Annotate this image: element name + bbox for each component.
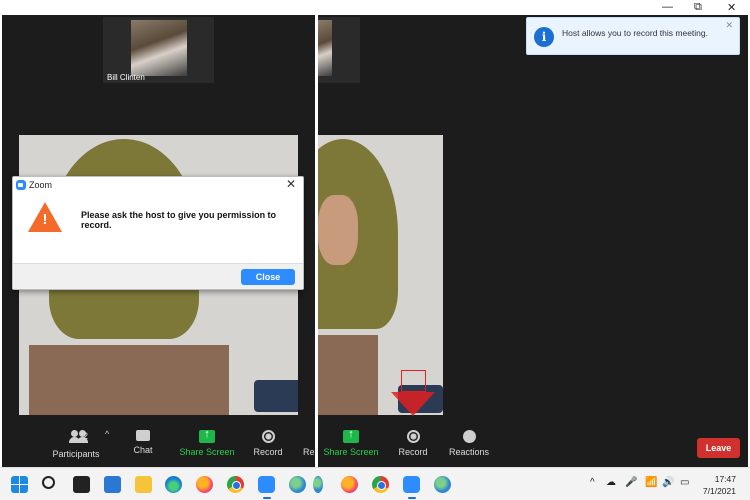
- reactions-button[interactable]: Reactions: [446, 430, 492, 457]
- globe-icon[interactable]: [289, 476, 306, 493]
- share-screen-icon: [199, 428, 215, 443]
- record-button[interactable]: Record: [250, 430, 286, 457]
- minimize-button[interactable]: —: [662, 1, 673, 13]
- info-icon: i: [534, 27, 554, 47]
- screen: — ⧉ ✕ Bill Clinten 2 Participants ^ Chat: [0, 0, 750, 500]
- globe-icon-3[interactable]: [434, 476, 451, 493]
- permission-dialog: Zoom ✕ ! Please ask the host to give you…: [12, 176, 304, 290]
- zoom-active-indicator: [263, 497, 271, 499]
- record-label-right: Record: [398, 447, 428, 457]
- reactions-icon: [462, 430, 476, 443]
- video-face-right: [318, 195, 358, 265]
- video-phone: [254, 380, 298, 412]
- record-button-right[interactable]: Record: [395, 430, 431, 457]
- close-window-button[interactable]: ✕: [727, 1, 736, 14]
- mic-icon[interactable]: 🎤: [625, 477, 637, 488]
- file-explorer-icon[interactable]: [135, 476, 152, 493]
- firefox-icon-2[interactable]: [341, 476, 358, 493]
- notification-text: Host allows you to record this meeting.: [562, 28, 708, 38]
- task-view-icon[interactable]: [73, 476, 90, 493]
- start-icon[interactable]: [11, 476, 28, 493]
- cloud-icon[interactable]: ☁: [606, 477, 616, 488]
- dialog-message: Please ask the host to give you permissi…: [81, 210, 277, 230]
- participant-video: [131, 20, 187, 76]
- record-notification: i Host allows you to record this meeting…: [526, 17, 740, 55]
- record-icon: [261, 430, 275, 443]
- chat-label: Chat: [133, 445, 153, 455]
- edge-icon[interactable]: [165, 476, 182, 493]
- participants-label: Participants: [52, 449, 100, 459]
- speaker-icon[interactable]: 🔊: [662, 477, 674, 488]
- globe-icon-2[interactable]: [313, 476, 323, 493]
- chat-icon: [136, 430, 150, 441]
- share-screen-label: Share Screen: [179, 447, 235, 457]
- share-screen-button[interactable]: Share Screen: [178, 428, 236, 457]
- video-jacket: [29, 345, 229, 415]
- participant-video-right: [318, 20, 332, 76]
- participants-count: 2: [83, 431, 89, 441]
- video-jacket-right: [318, 335, 378, 415]
- zoom-icon[interactable]: [258, 476, 275, 493]
- notification-close-icon[interactable]: ✕: [725, 20, 733, 31]
- annotation-arrow-down-icon: [391, 392, 435, 416]
- share-screen-icon-right: [343, 428, 359, 443]
- share-screen-label-right: Share Screen: [323, 447, 379, 457]
- dialog-close-button[interactable]: Close: [241, 269, 295, 285]
- dialog-title: Zoom: [29, 180, 53, 190]
- warning-mark: !: [42, 211, 48, 228]
- firefox-icon[interactable]: [196, 476, 213, 493]
- zoom-active-indicator-2: [408, 497, 416, 499]
- meeting-panel-right: Share Screen Record Reactions: [318, 15, 748, 467]
- clock-time: 17:47: [714, 474, 736, 484]
- zoom-logo-icon: [16, 180, 26, 190]
- participants-caret-icon[interactable]: ^: [105, 429, 109, 439]
- taskbar: ^ ☁ 🎤 📶 🔊 ▭ 17:47 7/1/2021: [0, 467, 750, 500]
- wifi-icon[interactable]: 📶: [645, 477, 657, 488]
- widgets-icon[interactable]: [104, 476, 121, 493]
- clock-date: 7/1/2021: [702, 486, 736, 496]
- battery-icon[interactable]: ▭: [680, 477, 689, 488]
- participant-thumbnail[interactable]: Bill Clinten: [103, 17, 214, 83]
- share-screen-button-right[interactable]: Share Screen: [322, 428, 380, 457]
- record-label: Record: [253, 447, 283, 457]
- chrome-icon-2[interactable]: [372, 476, 389, 493]
- dialog-footer: Close: [13, 263, 303, 289]
- record-icon-right: [406, 430, 420, 443]
- dialog-titlebar: Zoom ✕: [13, 177, 303, 193]
- participant-thumbnail-right[interactable]: [318, 17, 360, 83]
- restore-button[interactable]: ⧉: [694, 1, 702, 14]
- dialog-close-icon[interactable]: ✕: [286, 177, 296, 191]
- chevron-up-icon[interactable]: ^: [590, 477, 595, 488]
- more-button[interactable]: Re: [303, 430, 315, 457]
- leave-button[interactable]: Leave: [697, 438, 740, 458]
- chat-button[interactable]: Chat: [128, 430, 158, 455]
- meeting-toolbar-left: 2 Participants ^ Chat Share Screen Recor…: [2, 427, 315, 467]
- zoom-icon-2[interactable]: [403, 476, 420, 493]
- chrome-icon[interactable]: [227, 476, 244, 493]
- reactions-label: Reactions: [448, 447, 490, 457]
- clock[interactable]: 17:47 7/1/2021: [703, 473, 736, 497]
- participants-button[interactable]: [60, 430, 98, 447]
- more-label: Re: [303, 447, 315, 457]
- search-icon[interactable]: [42, 476, 55, 489]
- participant-name: Bill Clinten: [107, 73, 145, 82]
- meeting-toolbar-right: Share Screen Record Reactions: [318, 427, 748, 467]
- annotation-arrow-box: [401, 370, 426, 392]
